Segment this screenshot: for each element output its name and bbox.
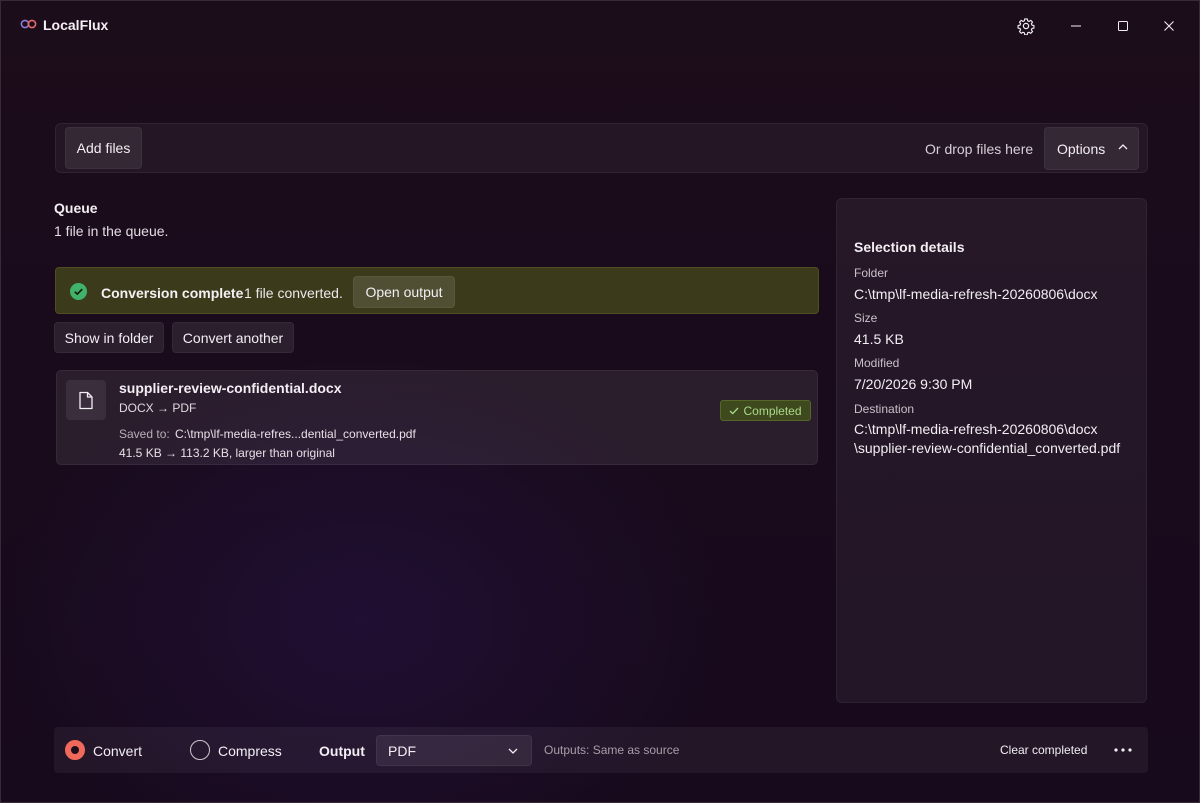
file-list-item[interactable]: supplier-review-confidential.docx DOCX →… — [56, 370, 818, 465]
document-icon — [79, 391, 93, 409]
details-title: Selection details — [854, 239, 965, 255]
settings-button[interactable] — [1013, 13, 1039, 39]
title-bar: LocalFlux — [1, 1, 1200, 49]
more-horizontal-icon — [1114, 748, 1132, 752]
modified-value: 7/20/2026 9:30 PM — [854, 376, 973, 392]
maximize-icon — [1118, 21, 1128, 31]
file-conversion-type: DOCX → PDF — [119, 401, 197, 415]
gear-icon — [1017, 18, 1035, 35]
convert-another-button[interactable]: Convert another — [172, 322, 294, 353]
output-label: Output — [319, 743, 365, 759]
app-window: LocalFlux Add files Or drop files here O… — [0, 0, 1200, 803]
outputs-note: Outputs: Same as source — [544, 743, 680, 757]
output-format-value: PDF — [388, 742, 416, 759]
size-value: 41.5 KB — [854, 331, 904, 347]
options-button[interactable]: Options — [1044, 127, 1139, 170]
chevron-down-icon — [508, 748, 518, 754]
maximize-button[interactable] — [1110, 13, 1136, 39]
minimize-button[interactable] — [1063, 13, 1089, 39]
compress-radio-label[interactable]: Compress — [218, 743, 282, 759]
more-options-button[interactable] — [1112, 739, 1134, 761]
chevron-up-icon — [1118, 144, 1128, 150]
file-name: supplier-review-confidential.docx — [119, 380, 342, 396]
status-badge: Completed — [720, 400, 811, 421]
file-icon-box — [66, 380, 106, 420]
folder-label: Folder — [854, 266, 889, 280]
folder-value: C:\tmp\lf-media-refresh-20260806\docx — [854, 286, 1098, 302]
queue-count: 1 file in the queue. — [54, 223, 169, 239]
output-format-select[interactable]: PDF — [376, 735, 532, 766]
destination-label: Destination — [854, 402, 915, 416]
show-in-folder-button[interactable]: Show in folder — [54, 322, 164, 353]
saved-path: C:\tmp\lf-media-refres...dential_convert… — [175, 427, 416, 441]
open-output-button[interactable]: Open output — [353, 276, 455, 308]
check-circle-icon — [70, 283, 87, 300]
app-logo-icon — [20, 19, 37, 29]
convert-radio-label[interactable]: Convert — [93, 743, 142, 759]
bottom-bar: Convert Compress Output PDF Outputs: Sam… — [54, 727, 1148, 773]
compress-radio[interactable] — [190, 740, 210, 760]
banner-message: 1 file converted. — [244, 285, 343, 301]
clear-completed-button[interactable]: Clear completed — [1000, 743, 1087, 757]
close-button[interactable] — [1156, 13, 1182, 39]
conversion-complete-banner: Conversion complete 1 file converted. Op… — [55, 267, 819, 314]
options-label: Options — [1057, 140, 1106, 157]
status-text: Completed — [743, 403, 802, 418]
drop-hint: Or drop files here — [925, 141, 1034, 157]
minimize-icon — [1071, 25, 1081, 27]
app-title: LocalFlux — [43, 17, 109, 33]
convert-radio[interactable] — [65, 740, 85, 760]
banner-title: Conversion complete — [101, 285, 244, 301]
check-icon — [730, 407, 739, 415]
file-size-change: 41.5 KB → 113.2 KB, larger than original — [119, 446, 335, 460]
close-icon — [1164, 21, 1174, 31]
destination-value-line2: \supplier-review-confidential_converted.… — [854, 440, 1121, 456]
modified-label: Modified — [854, 356, 900, 370]
queue-title: Queue — [54, 200, 98, 216]
add-files-bar: Add files Or drop files here Options — [55, 123, 1148, 173]
saved-to-label: Saved to: — [119, 427, 170, 441]
selection-details-panel: Selection details Folder C:\tmp\lf-media… — [836, 198, 1147, 703]
add-files-button[interactable]: Add files — [65, 127, 142, 169]
destination-value-line1: C:\tmp\lf-media-refresh-20260806\docx — [854, 421, 1098, 437]
size-label: Size — [854, 311, 878, 325]
